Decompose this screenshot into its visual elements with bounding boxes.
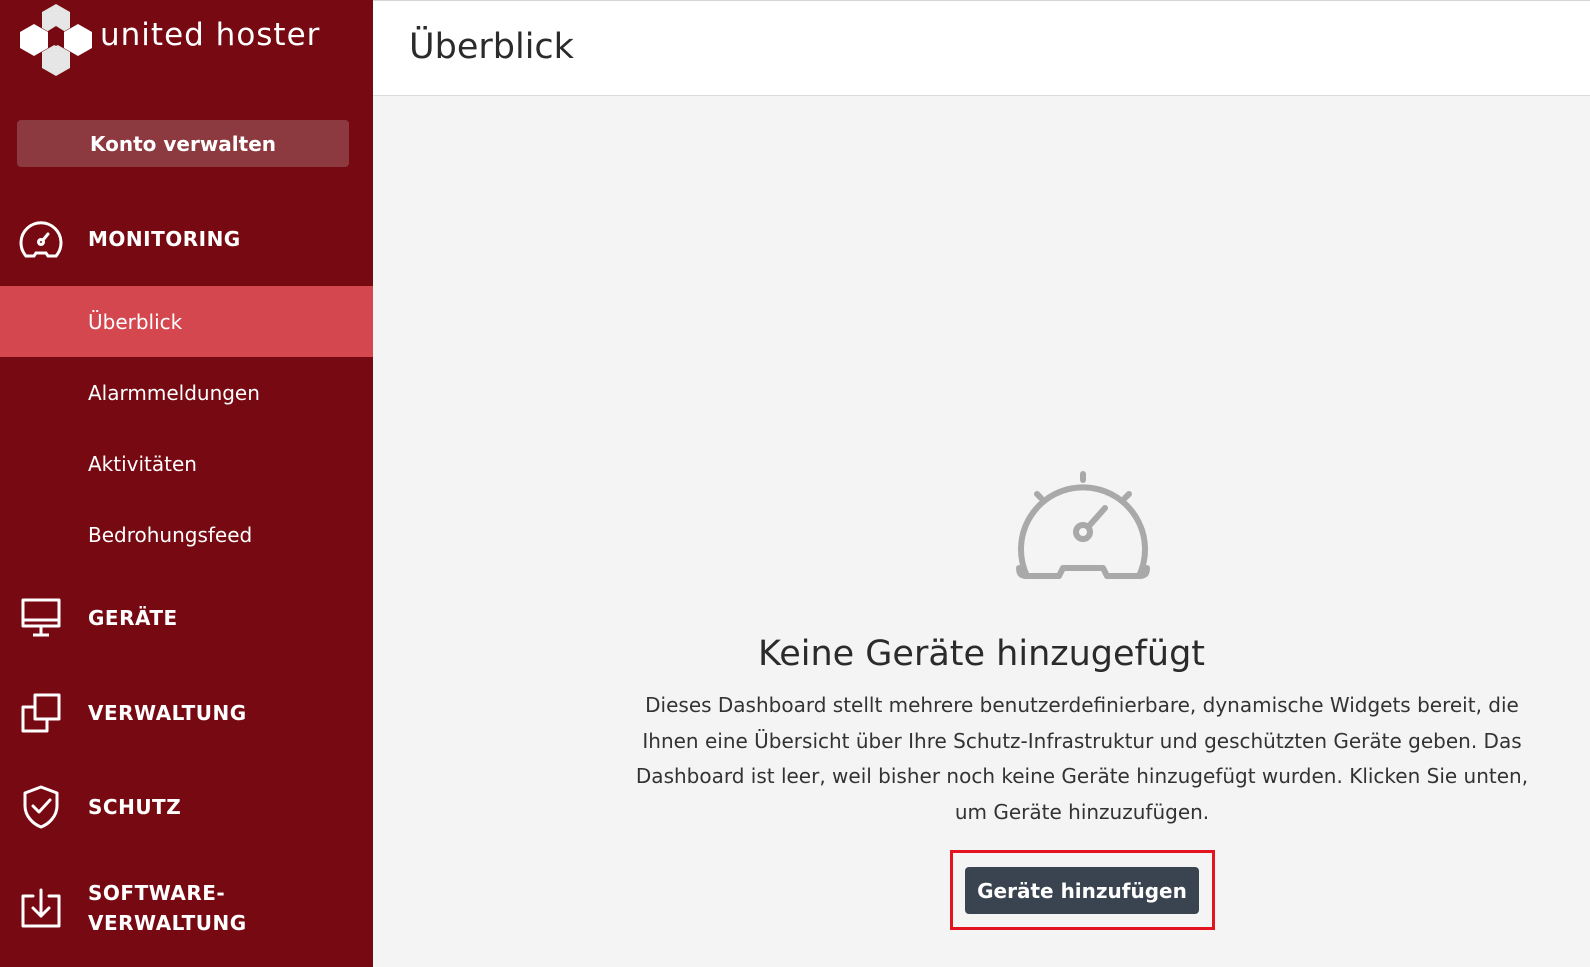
- nav-section-monitoring[interactable]: MONITORING: [0, 214, 373, 264]
- speedometer-icon: [18, 216, 64, 262]
- sidebar-item-aktivitaeten[interactable]: Aktivitäten: [0, 428, 373, 499]
- nav-section-label: SOFTWARE- VERWALTUNG: [88, 878, 247, 938]
- page-header: Überblick: [373, 0, 1590, 96]
- brand-logo[interactable]: united hoster: [18, 2, 320, 76]
- manage-account-button[interactable]: Konto verwalten: [17, 120, 349, 167]
- nav-section-label: VERWALTUNG: [88, 701, 247, 725]
- download-box-icon: [18, 885, 64, 931]
- monitor-icon: [18, 595, 64, 641]
- sidebar: united hoster Konto verwalten MONITORING…: [0, 0, 373, 967]
- main-content: Keine Geräte hinzugefügt Dieses Dashboar…: [373, 96, 1590, 967]
- nav-section-label: MONITORING: [88, 227, 241, 251]
- nav-section-label-line1: SOFTWARE-: [88, 881, 226, 905]
- nav-section-schutz[interactable]: SCHUTZ: [0, 782, 373, 832]
- empty-state-description: Dieses Dashboard stellt mehrere benutzer…: [635, 693, 1529, 824]
- copy-windows-icon: [18, 690, 64, 736]
- nav-section-software-verwaltung[interactable]: SOFTWARE- VERWALTUNG: [0, 876, 373, 940]
- hexagon-logo-icon: [20, 4, 92, 76]
- nav-section-verwaltung[interactable]: VERWALTUNG: [0, 688, 373, 738]
- nav-section-label: GERÄTE: [88, 606, 178, 630]
- sidebar-item-alarmmeldungen[interactable]: Alarmmeldungen: [0, 357, 373, 428]
- page-title: Überblick: [409, 27, 574, 67]
- brand-name: united hoster: [100, 17, 321, 53]
- add-devices-button[interactable]: Geräte hinzufügen: [965, 867, 1199, 914]
- nav-section-label: SCHUTZ: [88, 795, 182, 819]
- nav-section-label-line2: VERWALTUNG: [88, 911, 247, 935]
- shield-check-icon: [18, 784, 64, 830]
- speedometer-icon: [1016, 471, 1150, 579]
- sidebar-item-bedrohungsfeed[interactable]: Bedrohungsfeed: [0, 499, 373, 570]
- empty-state-title: Keine Geräte hinzugefügt: [757, 634, 1206, 674]
- nav-section-geraete[interactable]: GERÄTE: [0, 593, 373, 643]
- sidebar-item-ueberblick[interactable]: Überblick: [0, 286, 373, 357]
